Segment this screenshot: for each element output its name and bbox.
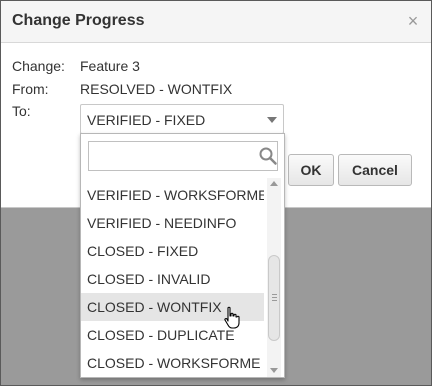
option-closed-invalid[interactable]: CLOSED - INVALID bbox=[81, 265, 264, 293]
chevron-down-icon bbox=[267, 117, 277, 123]
change-value: Feature 3 bbox=[80, 58, 140, 74]
option-closed-worksforme[interactable]: CLOSED - WORKSFORME bbox=[81, 349, 264, 377]
scrollbar-thumb[interactable] bbox=[268, 255, 280, 341]
scroll-down-icon[interactable] bbox=[270, 368, 278, 373]
from-value: RESOLVED - WONTFIX bbox=[80, 81, 233, 97]
ok-button[interactable]: OK bbox=[288, 154, 334, 186]
dropdown-scrollbar[interactable] bbox=[267, 178, 281, 377]
hand-pointer-icon bbox=[224, 306, 240, 329]
cancel-button[interactable]: Cancel bbox=[338, 154, 412, 186]
option-closed-fixed[interactable]: CLOSED - FIXED bbox=[81, 237, 264, 265]
from-label: From: bbox=[12, 81, 49, 97]
option-list: VERIFIED - WORKSFORME VERIFIED - NEEDINF… bbox=[81, 178, 264, 377]
close-icon[interactable]: × bbox=[403, 11, 423, 31]
search-input[interactable] bbox=[91, 144, 259, 168]
dialog-title-bar: Change Progress × bbox=[1, 1, 431, 43]
dialog-title: Change Progress bbox=[12, 12, 145, 29]
search-box[interactable] bbox=[88, 141, 278, 171]
select-value: VERIFIED - FIXED bbox=[87, 112, 206, 128]
option-verified-needinfo[interactable]: VERIFIED - NEEDINFO bbox=[81, 209, 264, 237]
grip-icon bbox=[272, 294, 277, 303]
to-status-select[interactable]: VERIFIED - FIXED bbox=[80, 104, 284, 134]
option-verified-worksforme[interactable]: VERIFIED - WORKSFORME bbox=[81, 181, 264, 209]
to-label: To: bbox=[12, 103, 31, 119]
change-label: Change: bbox=[12, 58, 65, 74]
scroll-up-icon[interactable] bbox=[270, 181, 278, 186]
status-dropdown: VERIFIED - WORKSFORME VERIFIED - NEEDINF… bbox=[80, 133, 285, 378]
window-frame: Change Progress × Change: Feature 3 From… bbox=[0, 0, 432, 386]
search-icon bbox=[259, 147, 277, 165]
